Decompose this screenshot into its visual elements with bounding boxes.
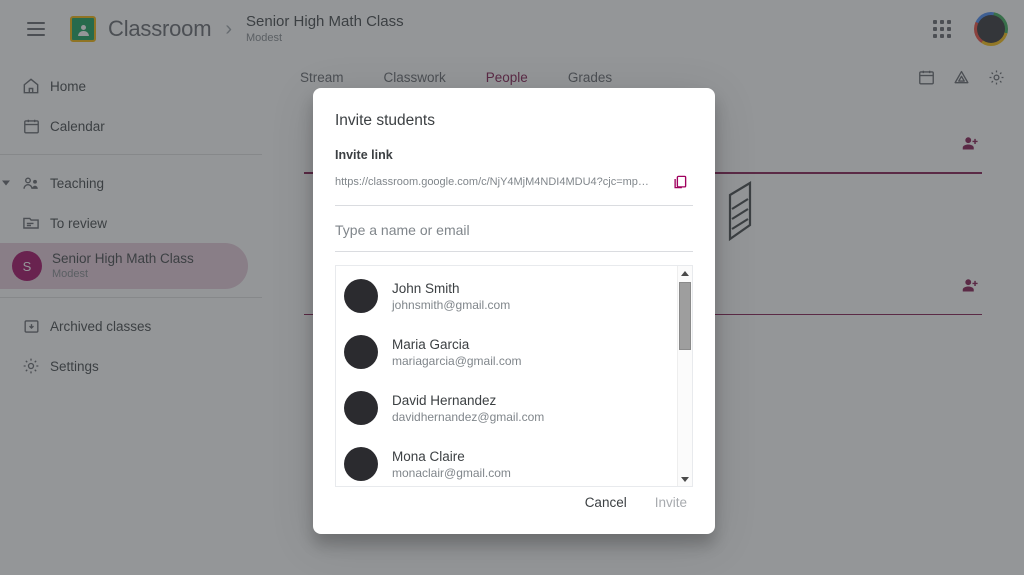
person-email: mariagarcia@gmail.com: [392, 353, 522, 368]
avatar: [344, 335, 378, 369]
invite-button[interactable]: Invite: [645, 487, 697, 518]
dialog-title: Invite students: [335, 112, 435, 129]
list-item[interactable]: John Smith johnsmith@gmail.com: [336, 268, 677, 324]
list-item-text: Maria Garcia mariagarcia@gmail.com: [392, 336, 522, 369]
invite-link-row: https://classroom.google.com/c/NjY4MjM4N…: [335, 169, 693, 206]
person-email: johnsmith@gmail.com: [392, 297, 511, 312]
list-scrollbar[interactable]: [677, 266, 692, 486]
scrollbar-thumb[interactable]: [678, 282, 691, 350]
person-name: Maria Garcia: [392, 336, 470, 352]
invite-link-section: Invite link https://classroom.google.com…: [313, 130, 715, 206]
invite-link-url[interactable]: https://classroom.google.com/c/NjY4MjM4N…: [335, 176, 667, 188]
people-suggestions-panel: John Smith johnsmith@gmail.com Maria Gar…: [335, 265, 693, 487]
invite-link-label: Invite link: [335, 148, 393, 162]
people-suggestions-list: John Smith johnsmith@gmail.com Maria Gar…: [336, 266, 677, 486]
search-input[interactable]: [335, 222, 693, 238]
scrollbar-track[interactable]: [678, 280, 693, 472]
person-email: davidhernandez@gmail.com: [392, 409, 545, 424]
list-item[interactable]: Mona Claire monaclair@gmail.com: [336, 436, 677, 486]
invite-students-dialog: Invite students Invite link https://clas…: [313, 88, 715, 534]
list-item-text: Mona Claire monaclair@gmail.com: [392, 448, 511, 481]
list-item-text: John Smith johnsmith@gmail.com: [392, 280, 510, 313]
classroom-app: Classroom › Senior High Math Class Modes…: [0, 0, 1024, 575]
cancel-button[interactable]: Cancel: [575, 487, 637, 518]
list-item-text: David Hernandez davidhernandez@gmail.com: [392, 392, 544, 425]
avatar: [344, 279, 378, 313]
person-name: Mona Claire: [392, 448, 465, 464]
scroll-down-icon[interactable]: [678, 472, 693, 486]
avatar: [344, 391, 378, 425]
copy-icon[interactable]: [667, 169, 693, 195]
avatar: [344, 447, 378, 481]
list-item[interactable]: Maria Garcia mariagarcia@gmail.com: [336, 324, 677, 380]
list-item[interactable]: David Hernandez davidhernandez@gmail.com: [336, 380, 677, 436]
person-name: John Smith: [392, 280, 460, 296]
dialog-actions: Cancel Invite: [313, 487, 715, 534]
person-email: monaclair@gmail.com: [392, 465, 511, 480]
person-name: David Hernandez: [392, 392, 497, 408]
scroll-up-icon[interactable]: [678, 266, 693, 280]
invite-search-field: [335, 222, 693, 252]
